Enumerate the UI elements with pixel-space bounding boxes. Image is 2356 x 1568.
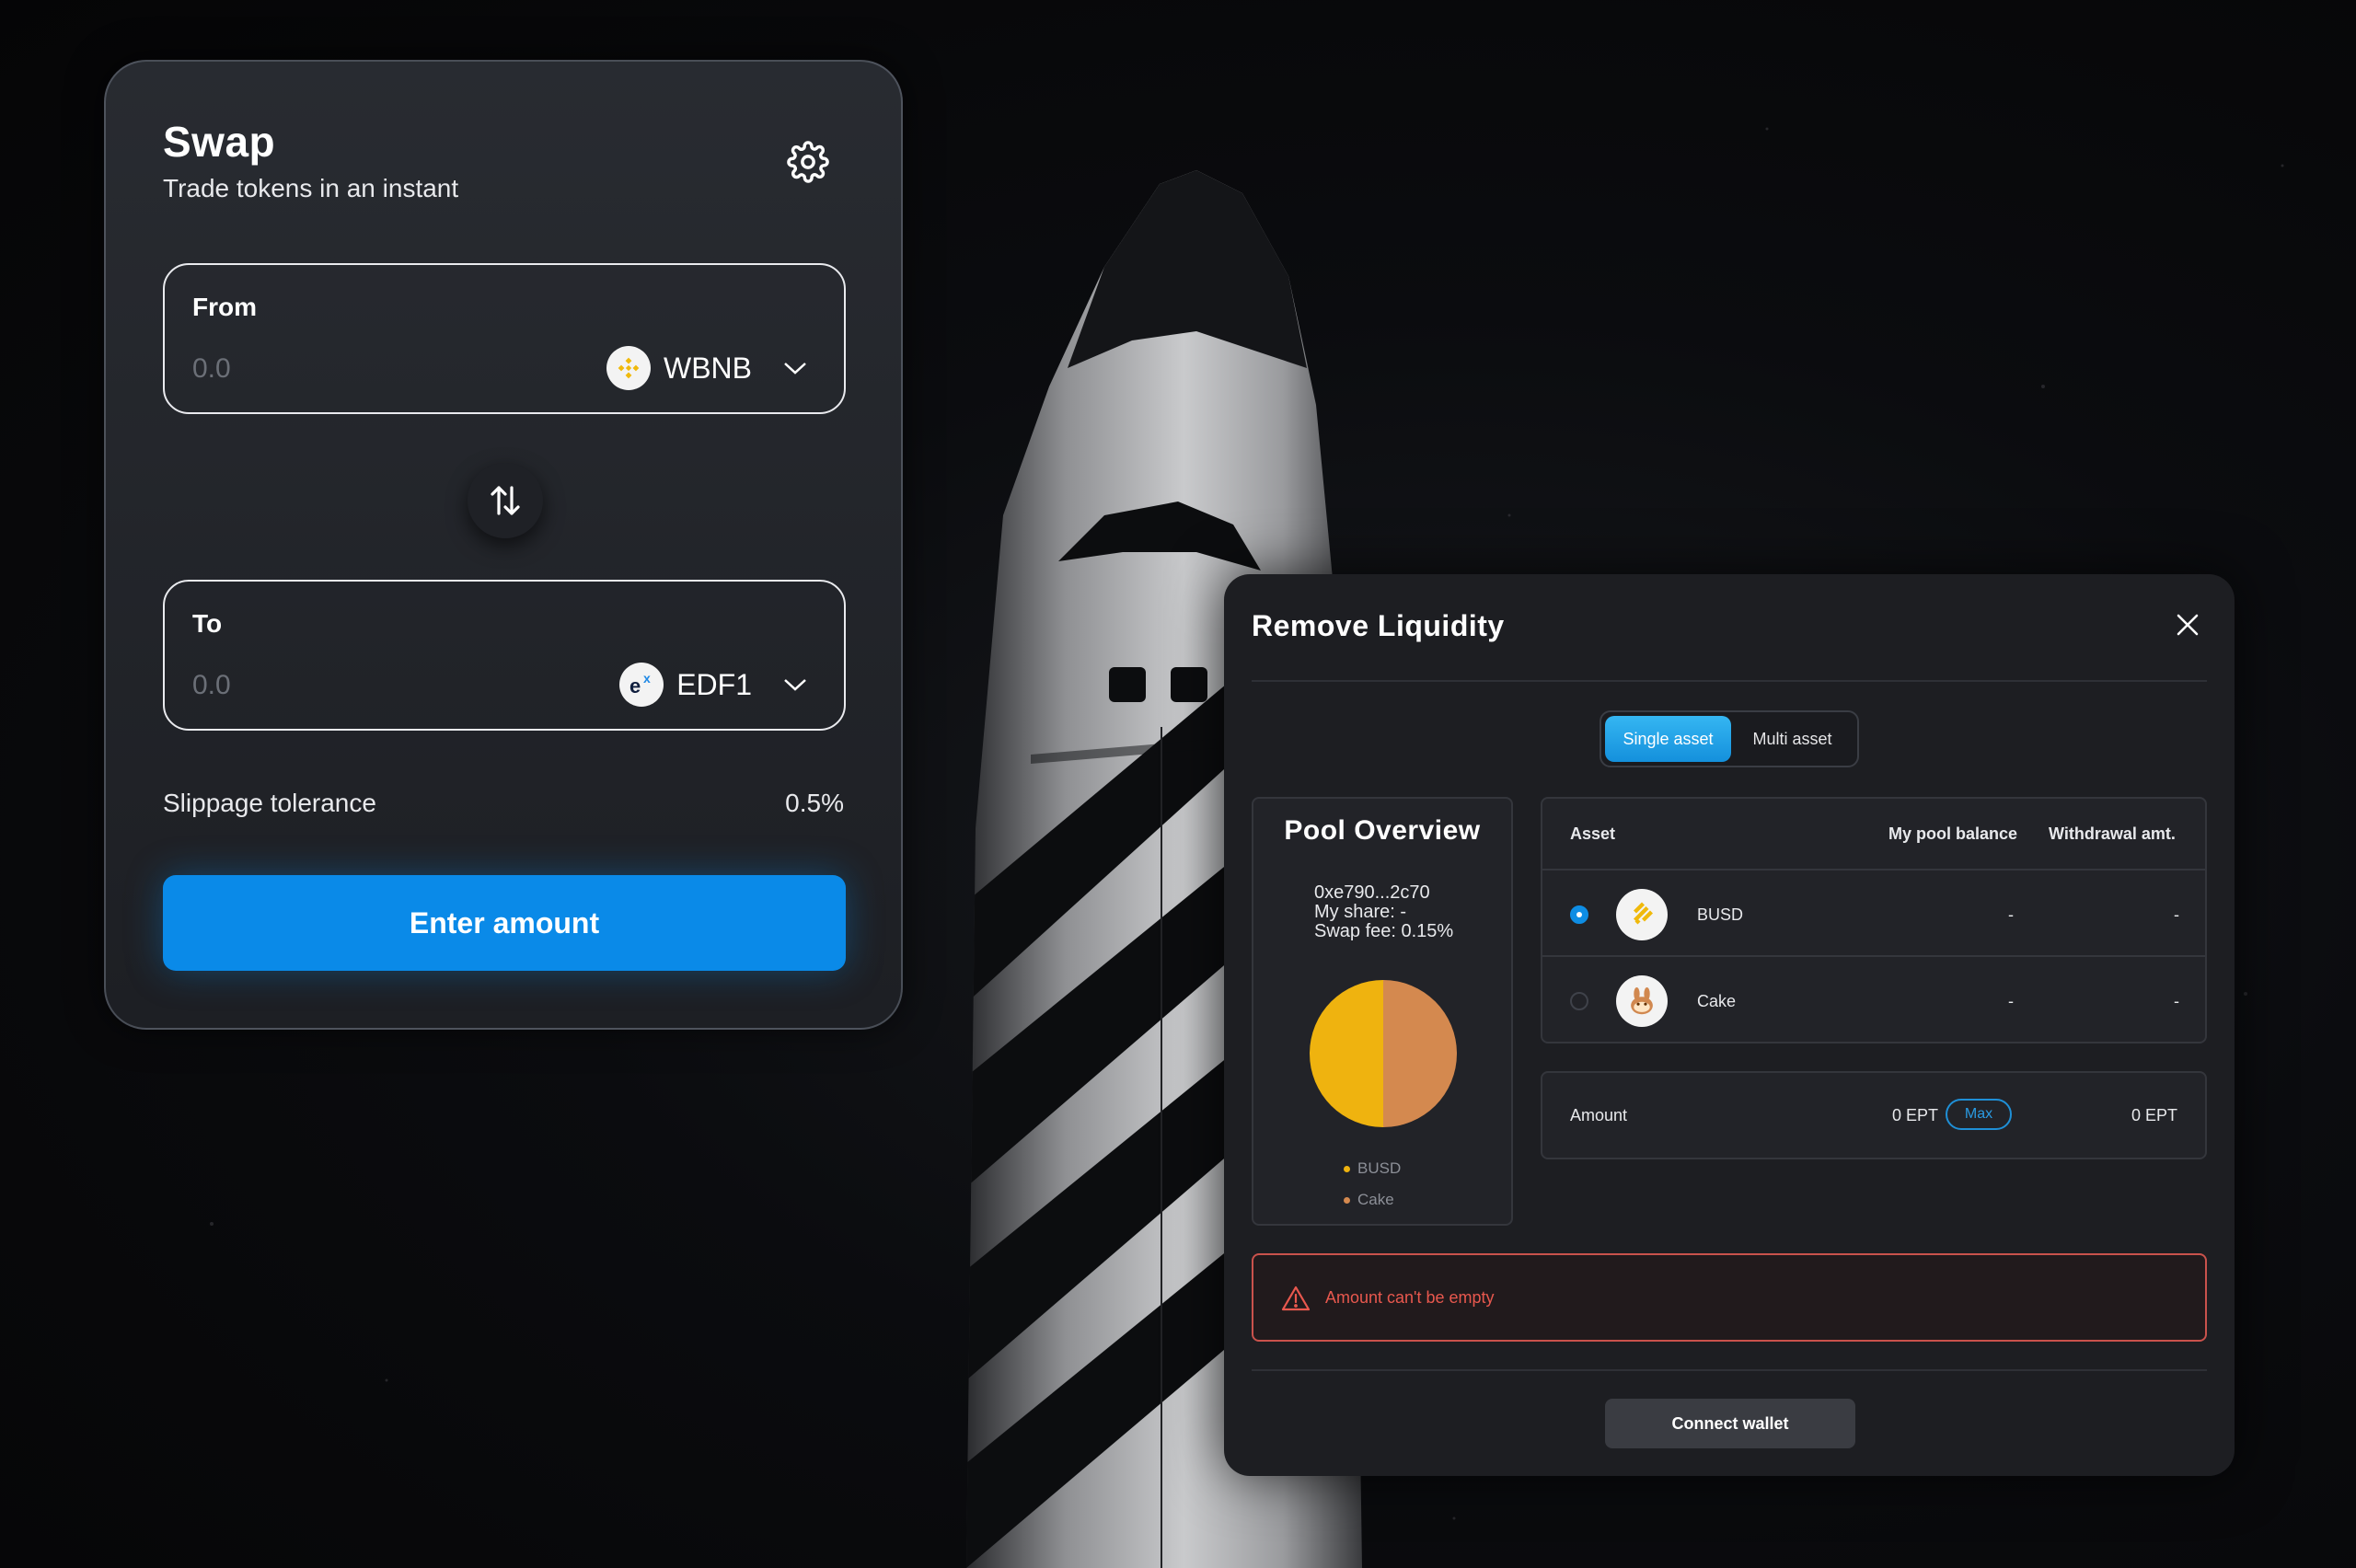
legend-item-busd: BUSD [1344, 1159, 1401, 1178]
balance-busd: - [2008, 905, 2014, 924]
connect-wallet-button[interactable]: Connect wallet [1605, 1399, 1855, 1448]
from-token-selector[interactable]: WBNB [606, 346, 807, 390]
legend-label-busd: BUSD [1357, 1159, 1402, 1177]
to-amount-input[interactable]: 0.0 [192, 670, 231, 701]
asset-name-busd: BUSD [1697, 905, 1744, 924]
pool-share-pie-chart [1310, 980, 1457, 1127]
asset-name-cake: Cake [1697, 992, 1737, 1010]
remove-liquidity-card: Remove Liquidity Single asset Multi asse… [1224, 574, 2235, 1476]
amount-label: Amount [1570, 1106, 1628, 1124]
swap-title: Swap [163, 118, 276, 166]
swap-card: Swap Trade tokens in an instant From 0.0… [104, 60, 903, 1030]
max-button[interactable]: Max [1946, 1099, 2012, 1130]
row-divider [1542, 869, 2205, 870]
column-header-balance: My pool balance [1888, 824, 2018, 843]
chevron-down-icon [784, 679, 806, 691]
column-header-withdraw: Withdrawal amt. [2049, 824, 2176, 843]
remove-liquidity-title: Remove Liquidity [1252, 609, 1505, 642]
pool-overview-title: Pool Overview [1284, 815, 1481, 846]
radio-cake[interactable] [1570, 992, 1588, 1010]
legend-label-cake: Cake [1357, 1191, 1394, 1208]
withdraw-busd: - [2174, 905, 2179, 924]
withdrawal-result: 0 EPT [2131, 1106, 2178, 1124]
to-token-symbol: EDF1 [676, 667, 752, 701]
pie-slice-busd [1310, 980, 1383, 1127]
pool-address: 0xe790...2c70 [1314, 882, 1430, 903]
swap-arrows-icon [491, 486, 520, 515]
swap-direction-button[interactable] [468, 463, 543, 538]
svg-text:e: e [629, 674, 641, 698]
pool-overview-panel: Pool Overview 0xe790...2c70 My share: - … [1252, 797, 1513, 1226]
amount-input[interactable]: 0 EPT [1892, 1106, 1938, 1125]
tab-multi-asset[interactable]: Multi asset [1731, 716, 1854, 762]
footer-divider [1252, 1369, 2207, 1371]
asset-table: Asset My pool balance Withdrawal amt. BU… [1541, 797, 2207, 1043]
svg-text:x: x [643, 671, 651, 686]
pool-swap-fee: Swap fee: 0.15% [1314, 921, 1454, 941]
header-divider [1252, 680, 2207, 682]
withdraw-cake: - [2174, 992, 2179, 1010]
slippage-value[interactable]: 0.5% [785, 789, 844, 818]
radio-busd[interactable] [1570, 905, 1588, 924]
swap-subtitle: Trade tokens in an instant [163, 174, 459, 202]
amount-panel: Amount 0 EPT Max 0 EPT [1541, 1071, 2207, 1159]
warning-icon [1281, 1286, 1311, 1311]
enter-amount-button[interactable]: Enter amount [163, 875, 846, 971]
balance-cake: - [2008, 992, 2014, 1010]
slippage-label: Slippage tolerance [163, 789, 376, 817]
cake-icon [1616, 975, 1668, 1027]
gear-icon[interactable] [787, 141, 829, 183]
to-token-selector[interactable]: ex EDF1 [619, 663, 807, 707]
bnb-icon [606, 346, 651, 390]
from-token-symbol: WBNB [664, 351, 752, 385]
pool-my-share: My share: - [1314, 902, 1407, 922]
pie-slice-cake [1383, 980, 1457, 1127]
legend-dot-cake [1344, 1196, 1350, 1204]
close-icon[interactable] [2176, 613, 2200, 637]
from-amount-input[interactable]: 0.0 [192, 353, 231, 385]
error-banner: Amount can't be empty [1252, 1253, 2207, 1342]
tab-single-asset[interactable]: Single asset [1605, 716, 1731, 762]
from-field: From 0.0 WBNB [163, 263, 846, 414]
column-header-asset: Asset [1570, 824, 1616, 843]
chevron-down-icon [784, 363, 806, 375]
pool-info: 0xe790...2c70 My share: - Swap fee: 0.15… [1314, 883, 1453, 941]
busd-icon [1616, 889, 1668, 940]
asset-mode-toggle: Single asset Multi asset [1600, 710, 1859, 767]
from-label: From [192, 293, 257, 321]
to-label: To [192, 609, 223, 638]
legend-item-cake: Cake [1344, 1191, 1394, 1209]
to-field: To 0.0 ex EDF1 [163, 580, 846, 731]
legend-dot-busd [1344, 1165, 1350, 1172]
error-message: Amount can't be empty [1325, 1288, 1495, 1307]
edf-token-icon: ex [619, 663, 664, 707]
row-divider [1542, 955, 2205, 957]
